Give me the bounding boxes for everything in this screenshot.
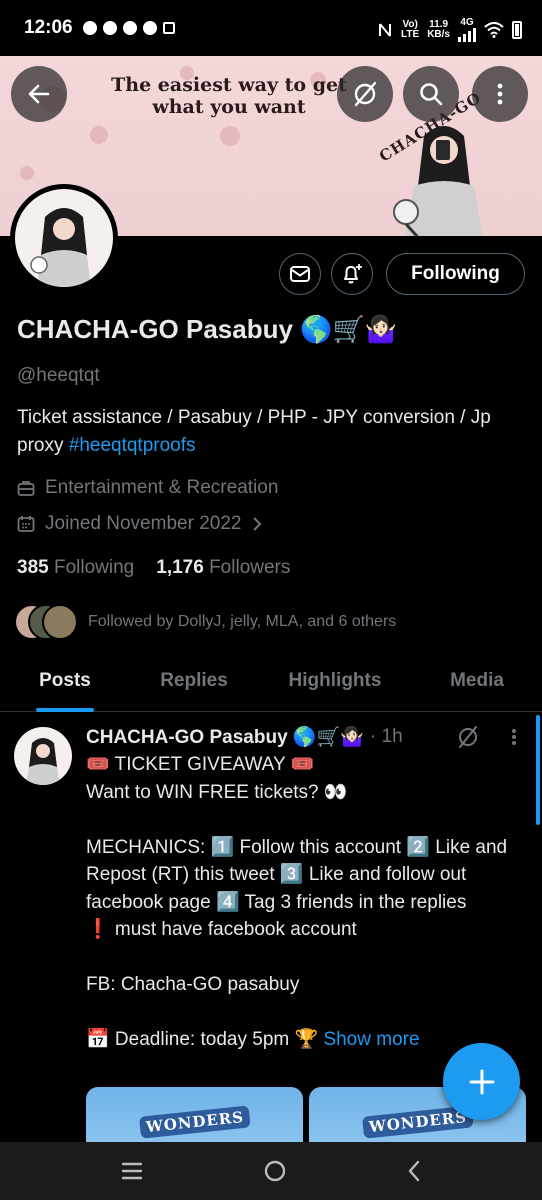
scrollbar-thumb[interactable] xyxy=(536,715,540,825)
status-system-icons: Vo) LTE 11.9 KB/s 4G xyxy=(377,18,522,42)
facebook-icon xyxy=(102,21,117,35)
profile-category: Entertainment & Recreation xyxy=(17,477,278,499)
slash-circle-icon xyxy=(354,81,377,107)
cell-signal: 4G xyxy=(458,18,476,42)
search-button[interactable] xyxy=(403,66,459,122)
network-speed: 11.9 KB/s xyxy=(427,19,450,40)
banner-tagline: The easiest way to get what you want xyxy=(111,74,347,118)
notify-button[interactable] xyxy=(331,253,373,295)
follow-counts: 385 Following 1,176 Followers xyxy=(17,557,290,579)
messenger-icon xyxy=(122,21,137,35)
post-author-name[interactable]: CHACHA-GO Pasabuy 🌎🛒🤷🏻‍♀️ xyxy=(86,725,364,749)
telegram-icon xyxy=(142,21,157,35)
post-header: CHACHA-GO Pasabuy 🌎🛒🤷🏻‍♀️ · 1h xyxy=(86,725,403,749)
system-nav-bar xyxy=(0,1142,542,1200)
message-button[interactable] xyxy=(279,253,321,295)
app-notification-icon xyxy=(162,22,175,34)
compose-button[interactable] xyxy=(443,1043,520,1120)
followed-by-avatars xyxy=(14,604,78,640)
chevron-right-icon xyxy=(253,517,262,531)
back-nav-icon[interactable] xyxy=(406,1159,422,1183)
battery-icon xyxy=(512,21,522,39)
show-more-link[interactable]: Show more xyxy=(323,1029,419,1050)
post-timestamp: · 1h xyxy=(369,726,403,747)
volte-indicator: Vo) LTE xyxy=(401,19,420,40)
bio-hashtag-link[interactable]: #heeqtqtproofs xyxy=(69,435,196,456)
tab-highlights[interactable]: Highlights xyxy=(258,650,412,712)
more-vertical-icon xyxy=(497,83,503,105)
status-notification-icons xyxy=(82,21,175,35)
search-icon xyxy=(420,83,443,106)
home-icon[interactable] xyxy=(263,1159,287,1183)
post-text: 🎟️ TICKET GIVEAWAY 🎟️ Want to WIN FREE t… xyxy=(86,754,508,1050)
profile-handle: @heeqtqt xyxy=(17,365,100,386)
bell-plus-icon xyxy=(344,264,362,284)
status-bar: 12:06 Vo) LTE 11.9 KB/s 4G xyxy=(0,0,542,56)
arrow-left-icon xyxy=(28,84,50,104)
wifi-icon xyxy=(484,22,504,38)
profile-joined[interactable]: Joined November 2022 xyxy=(17,513,263,535)
messenger-icon xyxy=(82,21,97,35)
following-count-link[interactable]: 385 Following xyxy=(17,557,134,579)
tab-replies[interactable]: Replies xyxy=(130,650,258,712)
banner-illustration xyxy=(393,126,483,236)
avatar-illustration xyxy=(30,208,91,287)
profile-tabs: Posts Replies Highlights Media xyxy=(0,650,542,712)
calendar-icon xyxy=(17,516,35,532)
post-image[interactable]: WONDERS xyxy=(86,1087,303,1147)
status-time: 12:06 xyxy=(24,17,73,38)
more-options-button[interactable] xyxy=(472,66,528,122)
briefcase-icon xyxy=(17,481,35,496)
tab-media[interactable]: Media xyxy=(412,650,542,712)
post-author-avatar[interactable] xyxy=(14,727,72,785)
grok-button[interactable] xyxy=(337,66,393,122)
envelope-icon xyxy=(290,266,310,282)
tab-posts[interactable]: Posts xyxy=(0,650,130,712)
follower-avatar xyxy=(42,604,78,640)
followed-by[interactable]: Followed by DollyJ, jelly, MLA, and 6 ot… xyxy=(14,604,396,640)
slash-circle-icon[interactable] xyxy=(456,725,480,749)
profile-avatar[interactable] xyxy=(10,184,118,292)
back-button[interactable] xyxy=(11,66,67,122)
profile-name: CHACHA-GO Pasabuy 🌎🛒🤷🏻‍♀️ xyxy=(17,314,398,344)
post-more-button[interactable] xyxy=(504,727,524,747)
followed-by-text: Followed by DollyJ, jelly, MLA, and 6 ot… xyxy=(88,613,397,630)
plus-icon xyxy=(469,1069,494,1094)
following-button[interactable]: Following xyxy=(386,253,525,295)
followers-count-link[interactable]: 1,176 Followers xyxy=(156,557,290,579)
recent-apps-icon[interactable] xyxy=(120,1161,144,1181)
profile-bio: Ticket assistance / Pasabuy / PHP - JPY … xyxy=(17,404,527,460)
nfc-icon xyxy=(379,23,392,37)
